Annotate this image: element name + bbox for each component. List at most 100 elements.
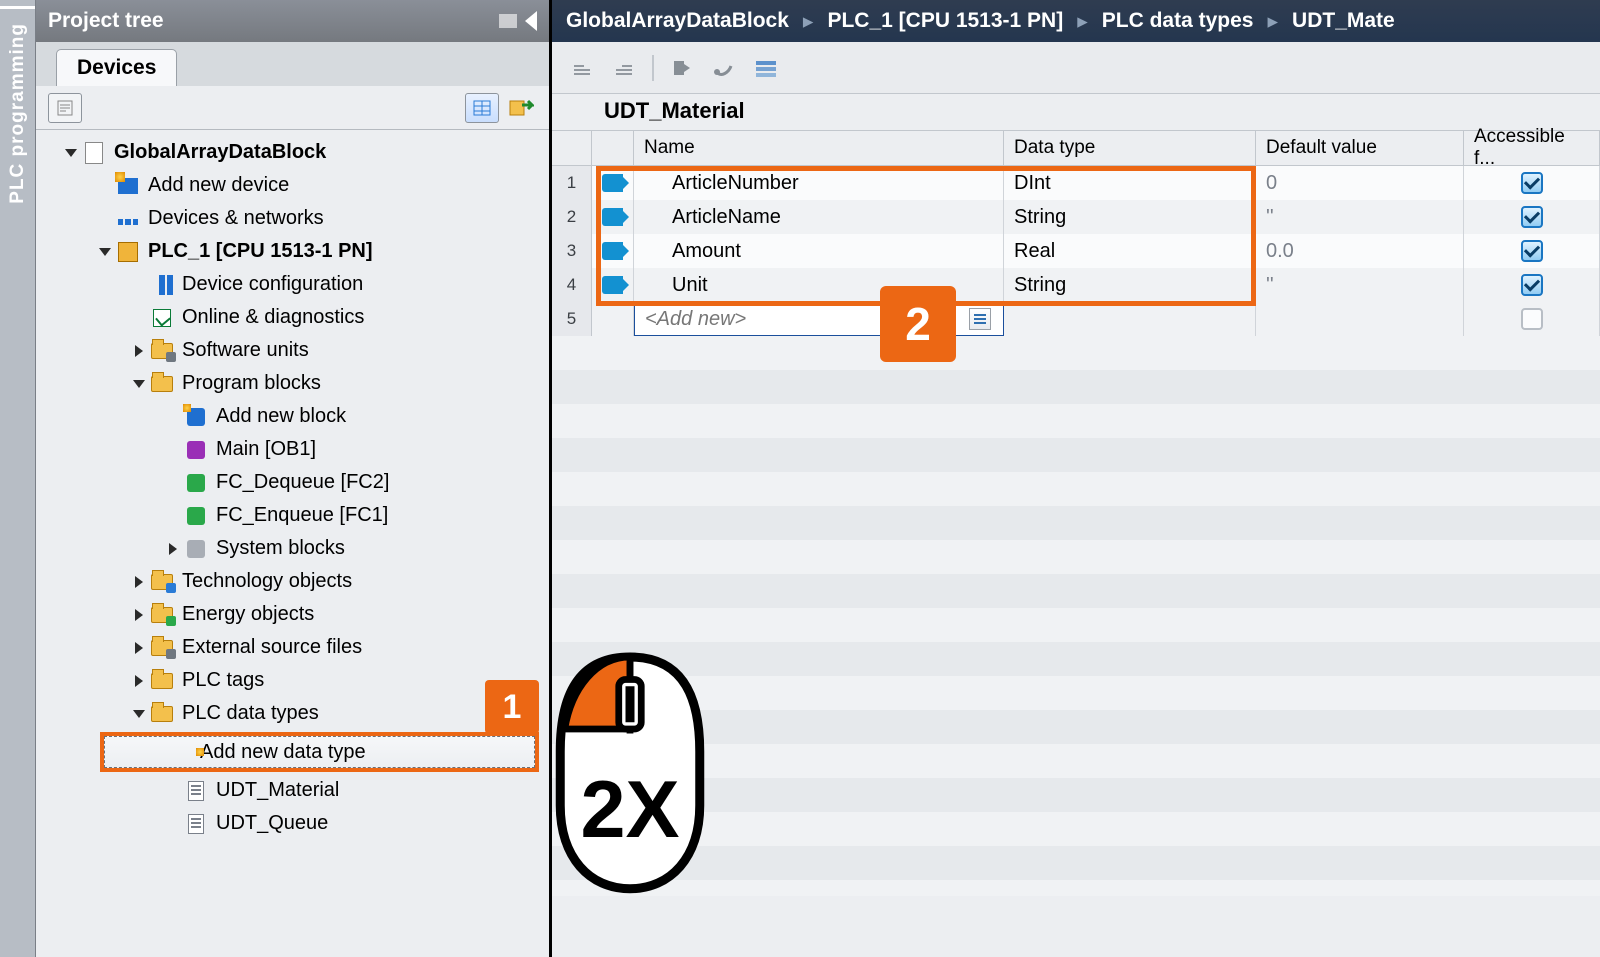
tab-devices[interactable]: Devices <box>56 49 177 86</box>
tree-node-fc-enqueue[interactable]: FC_Enqueue [FC1] <box>36 499 549 532</box>
tree-node-program-blocks[interactable]: Program blocks <box>36 367 549 400</box>
cell-default[interactable]: 0.0 <box>1256 234 1464 268</box>
toolbar-button-3[interactable] <box>668 54 696 82</box>
toolbar-button-5[interactable] <box>752 54 780 82</box>
row-number: 5 <box>552 302 592 336</box>
tree-node-fc-dequeue[interactable]: FC_Dequeue [FC2] <box>36 466 549 499</box>
folder-icon <box>151 706 173 722</box>
breadcrumb-item[interactable]: PLC data types <box>1102 9 1254 33</box>
tree-node-devices-networks[interactable]: Devices & networks <box>36 202 549 235</box>
double-click-mouse-icon: 2X <box>540 648 720 896</box>
tree-settings-button[interactable] <box>48 93 82 123</box>
tree-node-system-blocks[interactable]: System blocks <box>36 532 549 565</box>
view-grid-button[interactable] <box>465 93 499 123</box>
tree-node-tech-objects[interactable]: Technology objects <box>36 565 549 598</box>
tree-node-udt-queue[interactable]: UDT_Queue <box>36 807 549 840</box>
variable-icon <box>602 242 623 260</box>
go-online-button[interactable] <box>505 93 537 121</box>
tree-node-add-data-type[interactable]: Add new data type <box>100 732 539 772</box>
fc-icon <box>187 474 205 492</box>
cell-default[interactable]: 0 <box>1256 166 1464 200</box>
col-default[interactable]: Default value <box>1256 131 1464 165</box>
twisty-closed-icon[interactable] <box>169 543 177 555</box>
twisty-closed-icon[interactable] <box>135 345 143 357</box>
twisty-closed-icon[interactable] <box>135 642 143 654</box>
tree-node-online-diag[interactable]: Online & diagnostics <box>36 301 549 334</box>
project-tree[interactable]: GlobalArrayDataBlock Add new device Devi… <box>36 130 549 957</box>
device-config-icon <box>159 275 165 295</box>
cell-accessible[interactable] <box>1464 200 1600 234</box>
twisty-open-icon[interactable] <box>65 149 77 157</box>
table-row[interactable]: 2ArticleNameString'' <box>552 200 1600 234</box>
cell-type[interactable]: Real <box>1004 234 1256 268</box>
checkbox-on-icon[interactable] <box>1521 274 1543 296</box>
collapse-panel-icon[interactable] <box>525 11 537 31</box>
twisty-closed-icon[interactable] <box>135 675 143 687</box>
cell-name[interactable]: ArticleNumber <box>634 166 1004 200</box>
tree-node-plc-data-types[interactable]: PLC data types <box>36 697 549 730</box>
breadcrumb-item[interactable]: PLC_1 [CPU 1513-1 PN] <box>827 9 1063 33</box>
dropdown-icon[interactable] <box>969 308 991 330</box>
folder-icon <box>151 343 173 359</box>
twisty-closed-icon[interactable] <box>135 609 143 621</box>
checkbox-on-icon[interactable] <box>1521 206 1543 228</box>
row-number: 1 <box>552 166 592 200</box>
chevron-right-icon: ▸ <box>1077 9 1088 34</box>
callout-badge-2: 2 <box>880 286 956 362</box>
breadcrumb-item[interactable]: GlobalArrayDataBlock <box>566 9 789 33</box>
tree-node-plc[interactable]: PLC_1 [CPU 1513-1 PN] <box>36 235 549 268</box>
svg-text:2X: 2X <box>580 765 679 855</box>
tree-node-energy-objects[interactable]: Energy objects <box>36 598 549 631</box>
checkbox-on-icon[interactable] <box>1521 240 1543 262</box>
tree-node-add-device[interactable]: Add new device <box>36 169 549 202</box>
toolbar-button-4[interactable] <box>710 54 738 82</box>
col-type[interactable]: Data type <box>1004 131 1256 165</box>
cell-accessible[interactable] <box>1464 234 1600 268</box>
tree-label: Software units <box>182 339 309 362</box>
cell-default[interactable]: '' <box>1256 200 1464 234</box>
cell-accessible[interactable] <box>1464 166 1600 200</box>
tree-node-main-ob[interactable]: Main [OB1] <box>36 433 549 466</box>
checkbox-off-icon[interactable] <box>1521 308 1543 330</box>
twisty-closed-icon[interactable] <box>135 576 143 588</box>
system-blocks-icon <box>187 540 205 558</box>
tree-node-add-block[interactable]: Add new block <box>36 400 549 433</box>
col-name[interactable]: Name <box>634 131 1004 165</box>
cell-accessible[interactable] <box>1464 302 1600 336</box>
tree-node-plc-tags[interactable]: PLC tags <box>36 664 549 697</box>
tree-node-udt-material[interactable]: UDT_Material <box>36 774 549 807</box>
folder-icon <box>151 673 173 689</box>
tree-node-device-config[interactable]: Device configuration <box>36 268 549 301</box>
rail-tab-plc-programming[interactable]: PLC programming <box>7 9 29 218</box>
cell-type[interactable]: String <box>1004 200 1256 234</box>
twisty-open-icon[interactable] <box>133 710 145 718</box>
toolbar-button-2[interactable] <box>610 54 638 82</box>
tree-label: UDT_Queue <box>216 812 328 835</box>
cell-accessible[interactable] <box>1464 268 1600 302</box>
table-row[interactable]: 4UnitString'' <box>552 268 1600 302</box>
cell-default[interactable] <box>1256 302 1464 336</box>
tree-node-ext-src[interactable]: External source files <box>36 631 549 664</box>
diagnostics-icon <box>153 309 171 327</box>
tree-node-project[interactable]: GlobalArrayDataBlock <box>36 136 549 169</box>
cell-default[interactable]: '' <box>1256 268 1464 302</box>
cell-name[interactable]: Amount <box>634 234 1004 268</box>
cell-type[interactable]: DInt <box>1004 166 1256 200</box>
twisty-open-icon[interactable] <box>99 248 111 256</box>
tree-node-software-units[interactable]: Software units <box>36 334 549 367</box>
cell-name[interactable]: ArticleName <box>634 200 1004 234</box>
col-accessible[interactable]: Accessible f... <box>1464 131 1600 165</box>
twisty-open-icon[interactable] <box>133 380 145 388</box>
table-row[interactable]: 1 ArticleNumberDInt0 <box>552 166 1600 200</box>
editor-toolbar <box>552 42 1600 94</box>
cell-type[interactable] <box>1004 302 1256 336</box>
checkbox-on-icon[interactable] <box>1521 172 1543 194</box>
panel-layout-icon[interactable] <box>499 14 517 28</box>
cell-type[interactable]: String <box>1004 268 1256 302</box>
table-row[interactable]: 3AmountReal0.0 <box>552 234 1600 268</box>
toolbar-button-1[interactable] <box>568 54 596 82</box>
table-row-add-new[interactable]: 5 <Add new> <box>552 302 1600 336</box>
tree-label: FC_Enqueue [FC1] <box>216 504 388 527</box>
variable-icon <box>602 208 623 226</box>
breadcrumb-item[interactable]: UDT_Mate <box>1292 9 1395 33</box>
